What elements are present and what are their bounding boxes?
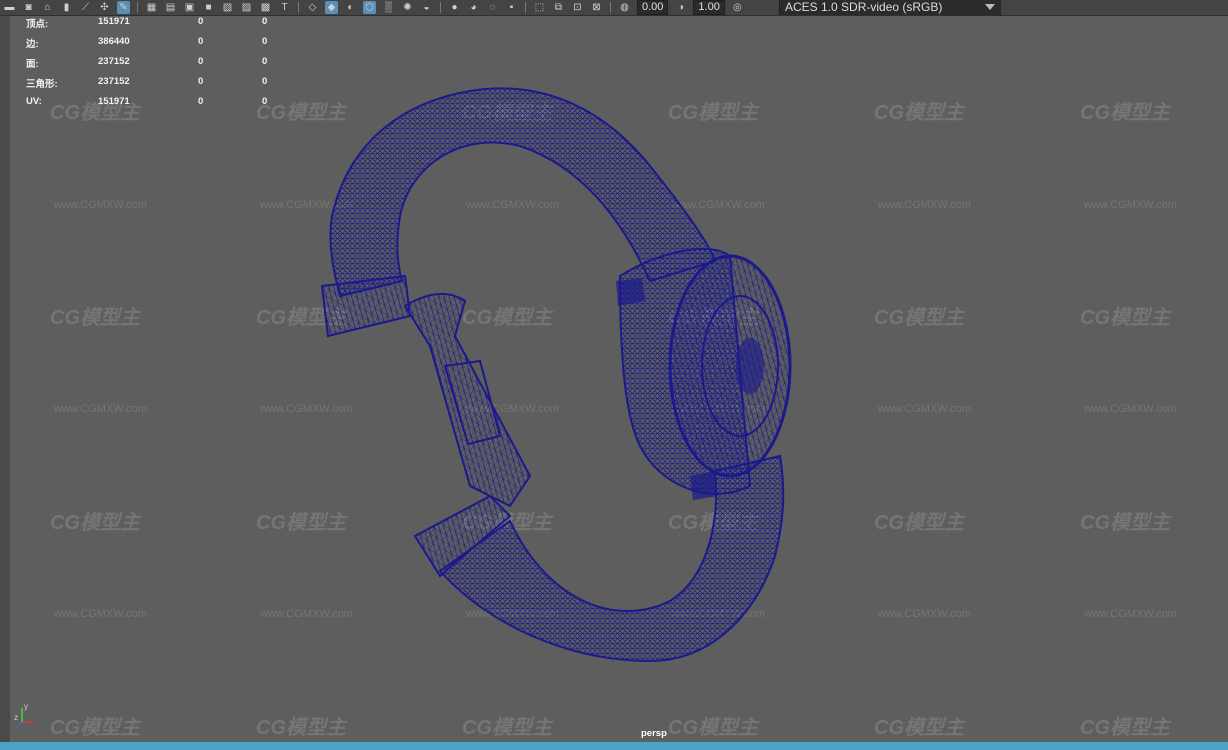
color-space-dropdown[interactable]: ACES 1.0 SDR-video (sRGB) <box>779 0 1001 15</box>
poly-count-hud: 顶点: 151971 0 0 边: 386440 0 0 面: 237152 0… <box>26 16 286 116</box>
hud-value: 0 <box>198 16 204 27</box>
smooth-shade-icon[interactable]: ◆ <box>325 1 338 14</box>
paint-icon[interactable]: ✎ <box>117 1 130 14</box>
xray-icon[interactable]: ⧉ <box>552 1 565 14</box>
gamma-icon[interactable]: ◑ <box>674 1 687 14</box>
bookmark-icon[interactable]: ▮ <box>60 1 73 14</box>
shadows-icon[interactable]: ◒ <box>420 1 433 14</box>
hud-value: 386440 <box>98 36 130 47</box>
hud-value: 237152 <box>98 56 130 67</box>
axis-y-label: y <box>24 702 28 711</box>
xray-components-icon[interactable]: ⊠ <box>590 1 603 14</box>
checker-icon[interactable]: ▒ <box>382 1 395 14</box>
hud-value: 0 <box>262 96 268 107</box>
wireframe-icon[interactable]: ◇ <box>306 1 319 14</box>
hud-value: 0 <box>198 76 204 87</box>
hud-label: 面: <box>26 59 39 70</box>
grid-icon[interactable]: ▦ <box>145 1 158 14</box>
field-chart-icon[interactable]: ▧ <box>221 1 234 14</box>
hud-value: 0 <box>262 76 268 87</box>
textured-icon[interactable]: ⬡ <box>363 1 376 14</box>
film-gate-icon[interactable]: ▤ <box>164 1 177 14</box>
toolbar-separator <box>610 2 611 13</box>
depth-of-field-icon[interactable]: ▪ <box>505 1 518 14</box>
hud-label: UV: <box>26 96 42 107</box>
hud-row-triangles: 三角形: 237152 0 0 <box>26 76 286 96</box>
hud-value: 151971 <box>98 16 130 27</box>
xray-joints-icon[interactable]: ⊡ <box>571 1 584 14</box>
resolution-gate-icon[interactable]: ▣ <box>183 1 196 14</box>
toolbar-separator <box>298 2 299 13</box>
hud-row-vertices: 顶点: 151971 0 0 <box>26 16 286 36</box>
wireframe-on-shaded-icon[interactable]: ◐ <box>344 1 357 14</box>
hud-label: 顶点: <box>26 19 49 30</box>
hud-value: 0 <box>198 56 204 67</box>
bottom-status-bar <box>0 742 1228 750</box>
text-icon[interactable]: T <box>278 1 291 14</box>
gamma-field[interactable]: 1.00 <box>693 0 725 15</box>
hud-value: 0 <box>198 36 204 47</box>
camera-attr-icon-2[interactable]: ⌂ <box>41 1 54 14</box>
hud-value: 0 <box>198 96 204 107</box>
anti-alias-icon[interactable]: ◌ <box>486 1 499 14</box>
axis-z-label: z <box>14 713 18 722</box>
color-space-label: ACES 1.0 SDR-video (sRGB) <box>785 0 943 14</box>
ambient-occlusion-icon[interactable]: ● <box>448 1 461 14</box>
transform-icon[interactable]: ✣ <box>98 1 111 14</box>
hud-row-edges: 边: 386440 0 0 <box>26 36 286 56</box>
hud-value: 0 <box>262 36 268 47</box>
motion-blur-icon[interactable]: ◕ <box>467 1 480 14</box>
hud-row-uvs: UV: 151971 0 0 <box>26 96 286 116</box>
color-management-icon[interactable]: ◎ <box>731 1 744 14</box>
camera-name-label: persp <box>641 728 667 739</box>
exposure-icon[interactable]: ◍ <box>618 1 631 14</box>
3d-viewport[interactable]: CG模型主 CG模型主 CG模型主 CG模型主 www.CGMXW.com www.CGM… <box>10 16 1228 742</box>
axis-gizmo: y z <box>14 702 34 727</box>
hud-label: 三角形: <box>26 79 58 90</box>
hud-value: 0 <box>262 16 268 27</box>
watch-wireframe-model[interactable] <box>10 16 1228 742</box>
isolate-icon[interactable]: ⬚ <box>533 1 546 14</box>
buckle-clasp <box>403 293 532 508</box>
hud-label: 边: <box>26 39 39 50</box>
toolbar-separator <box>137 2 138 13</box>
toolbar-separator <box>525 2 526 13</box>
camera-icon[interactable]: ▬ <box>3 1 16 14</box>
lights-icon[interactable]: ✺ <box>401 1 414 14</box>
hud-row-faces: 面: 237152 0 0 <box>26 56 286 76</box>
hud-value: 237152 <box>98 76 130 87</box>
exposure-field[interactable]: 0.00 <box>637 0 669 15</box>
safe-action-icon[interactable]: ▨ <box>240 1 253 14</box>
viewport-left-edge <box>0 16 10 742</box>
watch-case <box>618 247 792 495</box>
toolbar-separator <box>440 2 441 13</box>
safe-title-icon[interactable]: ▩ <box>259 1 272 14</box>
strap-end-upper <box>320 274 412 338</box>
camera-attr-icon[interactable]: ◙ <box>22 1 35 14</box>
image-plane-icon[interactable]: ⟋ <box>79 1 92 14</box>
hud-value: 151971 <box>98 96 130 107</box>
chevron-down-icon <box>985 4 995 10</box>
gate-mask-icon[interactable]: ■ <box>202 1 215 14</box>
hud-value: 0 <box>262 56 268 67</box>
viewport-toolbar: ▬ ◙ ⌂ ▮ ⟋ ✣ ✎ ▦ ▤ ▣ ■ ▧ ▨ ▩ T ◇ ◆ ◐ ⬡ ▒ … <box>0 0 1228 16</box>
